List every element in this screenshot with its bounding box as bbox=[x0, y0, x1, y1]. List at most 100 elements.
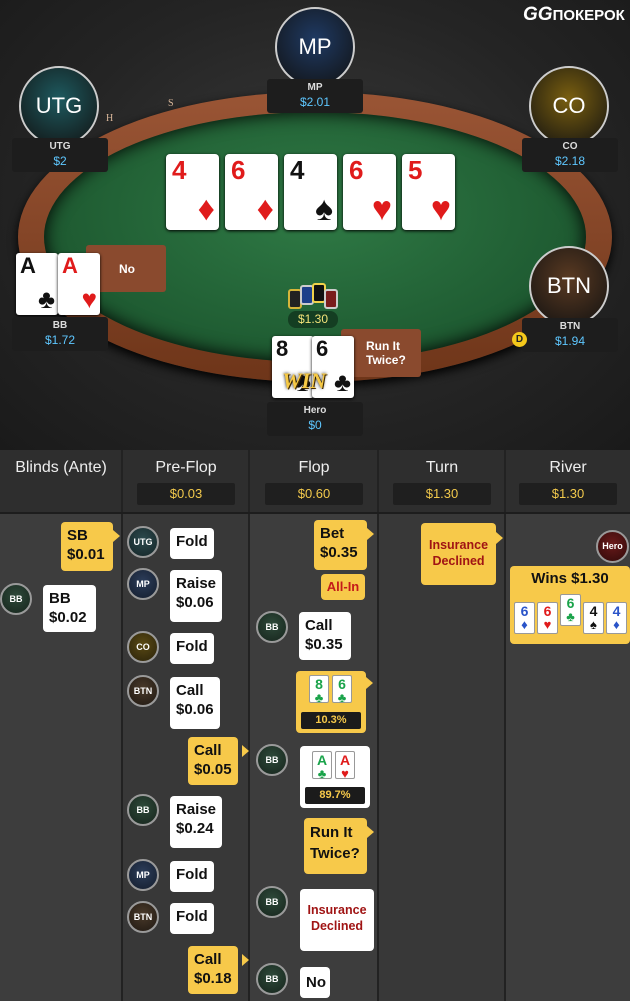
avatar-label: Hero bbox=[602, 541, 623, 551]
action-label: Call bbox=[305, 617, 333, 634]
street-header-turn[interactable]: Turn $1.30 bbox=[379, 450, 505, 512]
avatar-label: CO bbox=[136, 642, 150, 652]
card-suit: ♠ bbox=[314, 190, 333, 228]
card-suit: ♣ bbox=[37, 284, 55, 314]
equity-card: 8 ♣ bbox=[309, 675, 329, 704]
winner-box: Wins $1.30 6 ♦ 6 ♥ 6 ♣ 4 ♠ 4 ♦ bbox=[510, 566, 630, 644]
seat-co-avatar[interactable]: CO bbox=[529, 66, 609, 146]
seat-btn-avatar[interactable]: BTN bbox=[529, 246, 609, 326]
brand-logo: GGПОКЕРОК bbox=[523, 4, 625, 25]
bubble-pointer bbox=[366, 677, 373, 689]
equity-card: 6 ♣ bbox=[332, 675, 352, 705]
action-bb-no: No bbox=[300, 967, 330, 998]
card-suit: ♣ bbox=[333, 367, 351, 397]
seat-mp-avatar[interactable]: MP bbox=[275, 7, 355, 87]
action-bb-insurance-declined: Insurance Declined bbox=[300, 889, 374, 951]
card-rank: 4 bbox=[612, 603, 621, 619]
rail-letter: H bbox=[106, 113, 114, 124]
player-stack: $2 bbox=[53, 154, 67, 168]
avatar-bb: BB bbox=[256, 611, 288, 643]
street-title: Blinds (Ante) bbox=[15, 459, 107, 476]
avatar-label: BB bbox=[265, 974, 279, 984]
card-rank: 6 bbox=[231, 155, 246, 185]
avatar-label: BTN bbox=[133, 912, 153, 922]
card-rank: A bbox=[316, 752, 328, 768]
poker-table-area: GGПОКЕРОК H S S U S S 4♦6♦4♠6♥5♥ MP MP $… bbox=[0, 0, 630, 450]
action-co-fold: Fold bbox=[170, 633, 214, 664]
avatar-label: BB bbox=[265, 897, 279, 907]
bubble-pointer bbox=[113, 530, 120, 542]
avatar-btn: BTN bbox=[127, 901, 159, 933]
action-btn-fold: Fold bbox=[170, 903, 214, 934]
avatar-mp: MP bbox=[127, 568, 159, 600]
avatar-label: BB bbox=[265, 622, 279, 632]
card-suit: ♠ bbox=[590, 617, 597, 632]
action-amount: $0.35 bbox=[305, 636, 343, 653]
street-header-blinds[interactable]: Blinds (Ante) bbox=[0, 450, 122, 512]
seat-label: BTN bbox=[547, 273, 591, 298]
player-stack: $2.18 bbox=[554, 154, 586, 168]
action-amount: $0.01 bbox=[67, 546, 105, 563]
street-header-river[interactable]: River $1.30 bbox=[506, 450, 630, 512]
player-name: MP bbox=[307, 82, 323, 93]
action-amount: $0.35 bbox=[320, 544, 358, 561]
action-label: Fold bbox=[176, 866, 208, 883]
avatar-label: MP bbox=[136, 870, 150, 880]
action-amount: $0.18 bbox=[194, 970, 232, 987]
seat-utg-avatar[interactable]: UTG bbox=[19, 66, 99, 146]
player-stack: $1.72 bbox=[44, 333, 76, 347]
pot-chips bbox=[288, 283, 344, 313]
card-rank: 8 bbox=[315, 676, 323, 692]
card-rank: 6 bbox=[520, 603, 529, 619]
street-pot: $0.03 bbox=[137, 483, 235, 505]
action-hero-run-it-twice: Run It Twice? bbox=[304, 818, 367, 874]
player-stack: $0 bbox=[308, 418, 322, 432]
street-header-flop[interactable]: Flop $0.60 bbox=[250, 450, 378, 512]
street-title: Flop bbox=[298, 459, 330, 476]
card-suit: ♣ bbox=[566, 609, 575, 624]
action-label: Call bbox=[176, 682, 204, 699]
action-label: Call bbox=[194, 742, 222, 759]
hero-equity-box: 8 ♣ 6 ♣ 10.3% bbox=[296, 671, 366, 733]
card-suit: ♥ bbox=[430, 190, 451, 228]
player-name: UTG bbox=[49, 141, 71, 152]
action-label: Raise bbox=[176, 575, 217, 592]
seat-btn-plate: BTN $1.94 bbox=[522, 318, 618, 352]
action-label: Raise bbox=[176, 801, 217, 818]
street-header-preflop[interactable]: Pre-Flop $0.03 bbox=[123, 450, 249, 512]
action-amount: $0.06 bbox=[176, 594, 214, 611]
column-divider bbox=[121, 450, 123, 1001]
action-hero-insurance-declined: Insurance Declined bbox=[421, 523, 496, 585]
avatar-label: MP bbox=[136, 579, 150, 589]
bb-hole-card: A ♣ bbox=[16, 253, 58, 315]
card-rank: A bbox=[20, 253, 36, 278]
avatar-label: BB bbox=[9, 594, 23, 604]
winning-card: 4 ♠ bbox=[583, 602, 604, 634]
card-rank: 6 bbox=[543, 603, 552, 619]
bb-equity-box: A ♣ A ♥ 89.7% bbox=[300, 746, 370, 808]
card-suit: ♦ bbox=[197, 190, 215, 228]
player-name: Hero bbox=[303, 405, 327, 416]
action-amount: $0.06 bbox=[176, 701, 214, 718]
card-suit: ♣ bbox=[337, 690, 347, 705]
player-name: BTN bbox=[559, 321, 581, 332]
action-bb-raise: Raise $0.24 bbox=[170, 796, 223, 848]
action-btn-call: Call $0.06 bbox=[170, 677, 220, 729]
avatar-co: CO bbox=[127, 631, 159, 663]
seat-label: CO bbox=[552, 93, 586, 118]
avatar-utg: UTG bbox=[127, 526, 159, 558]
card-rank: 4 bbox=[290, 155, 305, 185]
equity-card: A ♣ bbox=[312, 751, 332, 780]
equity-percent: 89.7% bbox=[305, 787, 365, 804]
street-pot: $1.30 bbox=[519, 483, 617, 505]
card-suit: ♥ bbox=[341, 766, 349, 781]
action-label: BB bbox=[49, 590, 71, 607]
seat-bb-plate: BB $1.72 bbox=[12, 317, 108, 351]
column-divider bbox=[504, 450, 506, 1001]
player-name: CO bbox=[562, 141, 578, 152]
avatar-bb: BB bbox=[256, 744, 288, 776]
column-divider bbox=[248, 450, 250, 1001]
street-title: River bbox=[549, 459, 587, 476]
action-label: Fold bbox=[176, 533, 208, 550]
equity-card: A ♥ bbox=[335, 751, 355, 781]
